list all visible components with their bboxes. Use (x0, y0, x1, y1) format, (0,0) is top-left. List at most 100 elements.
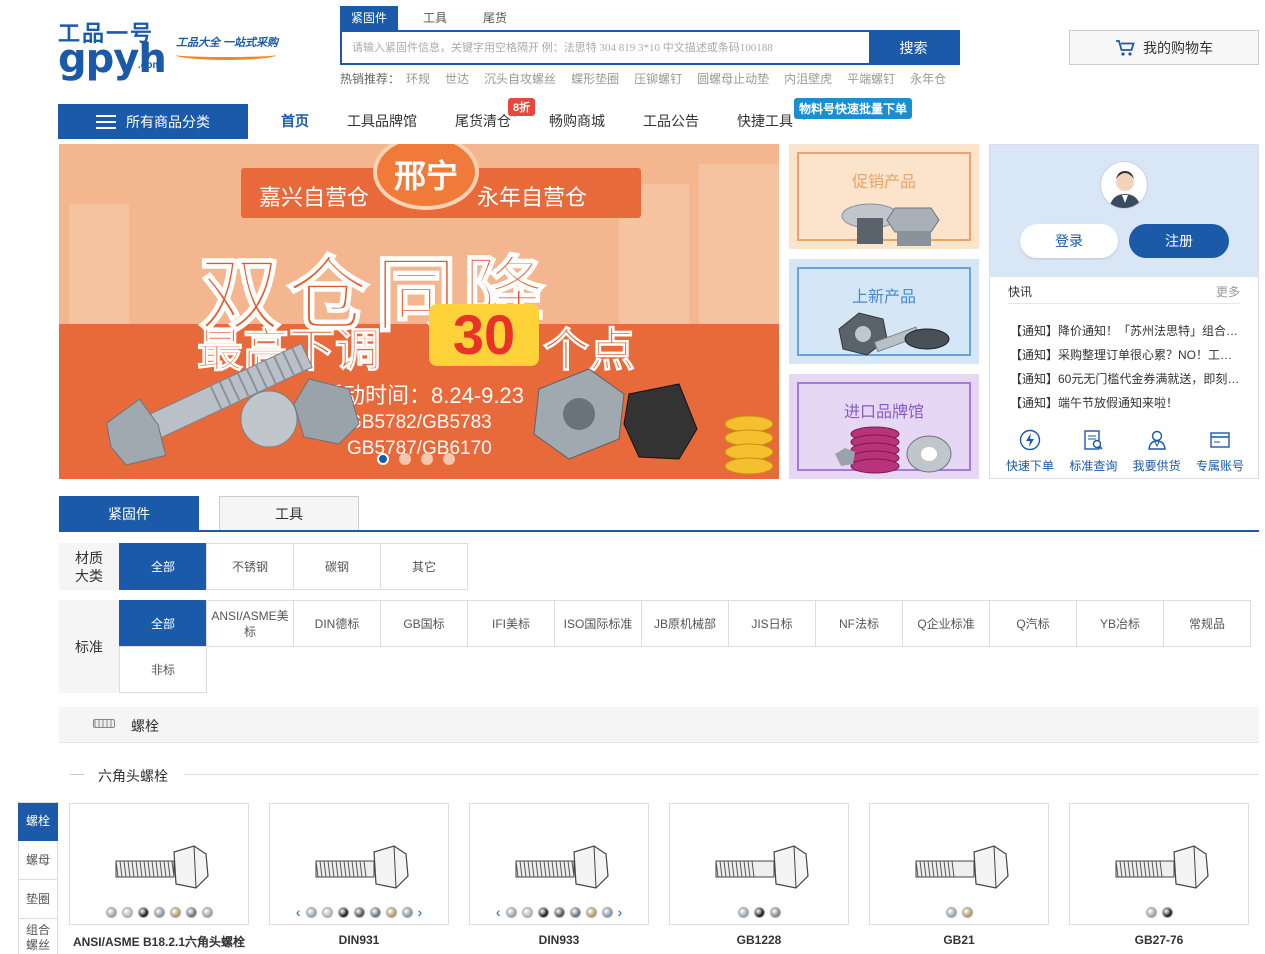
finish-swatch[interactable] (353, 907, 365, 918)
standard-option[interactable]: 非标 (119, 646, 207, 693)
carousel-dot[interactable] (399, 453, 411, 465)
product-name[interactable]: GB27-76 (1069, 933, 1249, 947)
material-option[interactable]: 全部 (119, 543, 207, 590)
chevron-right-icon[interactable]: › (618, 905, 623, 919)
login-button[interactable]: 登录 (1020, 224, 1118, 258)
product-image[interactable] (869, 803, 1049, 925)
search-tab-tools[interactable]: 工具 (412, 6, 458, 30)
news-item[interactable]: 【通知】60元无门槛代金券满就送，即刻… (1010, 367, 1240, 391)
finish-swatch[interactable] (201, 907, 213, 918)
hot-item[interactable]: 永年仓 (910, 70, 946, 87)
side-nav-combo-screws[interactable]: 组合螺丝 (18, 919, 58, 954)
carousel-dot[interactable] (443, 453, 455, 465)
nav-mall[interactable]: 畅购商城 (534, 104, 620, 139)
search-tab-clearance[interactable]: 尾货 (472, 6, 518, 30)
hot-item[interactable]: 压铆螺钉 (634, 70, 682, 87)
product-card[interactable]: GB27-76 (1069, 803, 1249, 947)
carousel-dot[interactable] (377, 453, 389, 465)
search-button[interactable]: 搜索 (869, 32, 958, 63)
all-categories-button[interactable]: 所有商品分类 (58, 104, 248, 139)
standard-option[interactable]: Q汽标 (989, 600, 1077, 647)
product-name[interactable]: ANSI/ASME B18.2.1六角头螺栓 (69, 933, 249, 950)
standard-query-link[interactable]: 标准查询 (1063, 429, 1123, 474)
finish-swatch[interactable] (185, 907, 197, 918)
finish-swatch[interactable] (1161, 907, 1173, 918)
product-image[interactable] (1069, 803, 1249, 925)
hot-item[interactable]: 内沮壁虎 (784, 70, 832, 87)
hot-item[interactable]: 圆螺母止动垫 (697, 70, 769, 87)
product-card[interactable]: GB21 (869, 803, 1049, 947)
hot-item[interactable]: 环规 (406, 70, 430, 87)
finish-swatch[interactable] (121, 907, 133, 918)
material-option[interactable]: 碳钢 (293, 543, 381, 590)
finish-swatch[interactable] (401, 907, 413, 918)
news-item[interactable]: 【通知】降价通知！「苏州法思特」组合… (1010, 319, 1240, 343)
hot-item[interactable]: 蝶形垫圈 (571, 70, 619, 87)
product-card[interactable]: GB1228 (669, 803, 849, 947)
search-tab-fastener[interactable]: 紧固件 (340, 6, 399, 30)
news-item[interactable]: 【通知】采购整理订单很心累？NO！工… (1010, 343, 1240, 367)
promo-panel-new[interactable]: 上新产品 (789, 259, 979, 364)
finish-swatch[interactable] (369, 907, 381, 918)
tab-fasteners[interactable]: 紧固件 (59, 496, 199, 531)
finish-swatch[interactable] (105, 907, 117, 918)
side-nav-nuts[interactable]: 螺母 (18, 841, 58, 880)
site-logo[interactable]: 工品一号 gpyh .com 工品大全 一站式采购 (58, 14, 288, 82)
supply-link[interactable]: 我要供货 (1127, 429, 1187, 474)
chevron-left-icon[interactable]: ‹ (496, 905, 501, 919)
standard-option[interactable]: JIS日标 (728, 600, 816, 647)
standard-option[interactable]: YB冶标 (1076, 600, 1164, 647)
finish-swatch[interactable] (137, 907, 149, 918)
standard-option[interactable]: DIN德标 (293, 600, 381, 647)
finish-swatch[interactable] (153, 907, 165, 918)
finish-swatch[interactable] (569, 907, 581, 918)
finish-swatch[interactable] (321, 907, 333, 918)
news-more-link[interactable]: 更多 (1216, 283, 1240, 300)
promo-panel-imported[interactable]: 进口品牌馆 (789, 374, 979, 479)
search-input[interactable] (342, 32, 869, 63)
product-image[interactable]: ‹ › (269, 803, 449, 925)
finish-swatch[interactable] (753, 907, 765, 918)
finish-swatch[interactable] (537, 907, 549, 918)
standard-option[interactable]: ISO国际标准 (554, 600, 642, 647)
standard-option[interactable]: IFI美标 (467, 600, 555, 647)
finish-swatch[interactable] (1145, 907, 1157, 918)
finish-swatch[interactable] (521, 907, 533, 918)
exclusive-account-link[interactable]: 专属账号 (1190, 429, 1250, 474)
nav-announcements[interactable]: 工品公告 (628, 104, 714, 139)
nav-home[interactable]: 首页 (266, 104, 324, 139)
hot-item[interactable]: 世达 (445, 70, 469, 87)
material-option[interactable]: 不锈钢 (206, 543, 294, 590)
standard-option[interactable]: GB国标 (380, 600, 468, 647)
standard-option[interactable]: ANSI/ASME美标 (206, 600, 294, 647)
quick-order-link[interactable]: 快速下单 (1000, 429, 1060, 474)
finish-swatch[interactable] (961, 907, 973, 918)
promo-panel-sale[interactable]: 促销产品 (789, 144, 979, 249)
cart-button[interactable]: 我的购物车 (1069, 30, 1259, 65)
side-nav-bolts[interactable]: 螺栓 (18, 802, 58, 841)
finish-swatch[interactable] (505, 907, 517, 918)
material-option[interactable]: 其它 (380, 543, 468, 590)
product-image[interactable] (669, 803, 849, 925)
finish-swatch[interactable] (585, 907, 597, 918)
hot-item[interactable]: 平端螺钉 (847, 70, 895, 87)
tab-tools[interactable]: 工具 (219, 496, 359, 531)
product-image[interactable] (69, 803, 249, 925)
product-name[interactable]: DIN933 (469, 933, 649, 947)
news-item[interactable]: 【通知】端午节放假通知来啦！ (1010, 391, 1240, 415)
finish-swatch[interactable] (385, 907, 397, 918)
product-name[interactable]: DIN931 (269, 933, 449, 947)
finish-swatch[interactable] (305, 907, 317, 918)
product-card[interactable]: ANSI/ASME B18.2.1六角头螺栓 (69, 803, 249, 950)
promo-banner[interactable]: 嘉兴自营仓 永年自营仓 邢宁 双仓同降 最高下调 30 个点 活动时间：8.24… (59, 144, 779, 479)
finish-swatch[interactable] (737, 907, 749, 918)
standard-option[interactable]: 全部 (119, 600, 207, 647)
finish-swatch[interactable] (601, 907, 613, 918)
finish-swatch[interactable] (945, 907, 957, 918)
product-card[interactable]: ‹ › DIN931 (269, 803, 449, 947)
finish-swatch[interactable] (553, 907, 565, 918)
carousel-dot[interactable] (421, 453, 433, 465)
finish-swatch[interactable] (769, 907, 781, 918)
product-name[interactable]: GB21 (869, 933, 1049, 947)
finish-swatch[interactable] (337, 907, 349, 918)
